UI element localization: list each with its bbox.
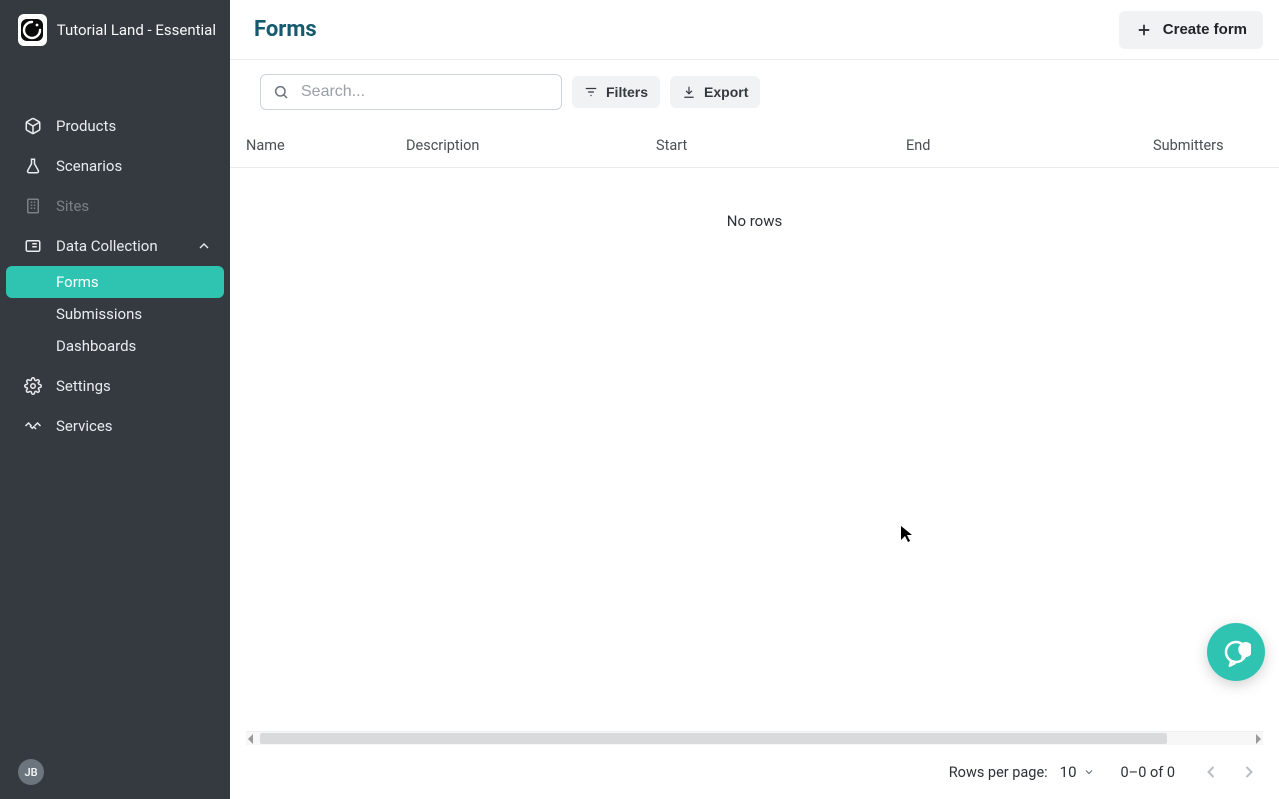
- sidebar-item-settings[interactable]: Settings: [0, 366, 230, 406]
- chevron-up-icon: [196, 238, 212, 254]
- sidebar-sub-item-label: Submissions: [56, 305, 142, 323]
- column-header-submitters[interactable]: Submitters: [1153, 137, 1263, 154]
- sidebar: Tutorial Land - Essential Products Scena…: [0, 0, 230, 799]
- box-icon: [24, 117, 42, 135]
- building-icon: [24, 197, 42, 215]
- chat-widget-button[interactable]: [1207, 623, 1265, 681]
- sidebar-sub-item-label: Forms: [56, 273, 99, 291]
- column-header-start[interactable]: Start: [656, 137, 906, 154]
- export-button[interactable]: Export: [670, 76, 760, 108]
- rows-per-page-value: 10: [1060, 763, 1077, 781]
- brand-title: Tutorial Land - Essential: [57, 21, 216, 39]
- sidebar-item-data-collection[interactable]: Data Collection: [0, 226, 230, 266]
- user-avatar[interactable]: JB: [18, 759, 44, 785]
- plus-icon: [1135, 21, 1153, 39]
- sidebar-item-scenarios[interactable]: Scenarios: [0, 146, 230, 186]
- create-form-button-label: Create form: [1163, 21, 1247, 38]
- pagination-next-button[interactable]: [1239, 762, 1259, 782]
- column-header-description[interactable]: Description: [406, 137, 656, 154]
- sidebar-sub-data-collection: Forms Submissions Dashboards: [6, 266, 224, 362]
- table-area: Name Description Start End Submitters No…: [230, 124, 1279, 799]
- create-form-button[interactable]: Create form: [1119, 11, 1263, 49]
- sidebar-item-services[interactable]: Services: [0, 406, 230, 446]
- sidebar-item-label: Products: [56, 117, 116, 135]
- filter-icon: [584, 85, 598, 99]
- flask-icon: [24, 157, 42, 175]
- rows-per-page: Rows per page: 10: [949, 763, 1095, 781]
- chat-icon: [1221, 637, 1251, 667]
- sidebar-item-label: Scenarios: [56, 157, 122, 175]
- sidebar-sub-item-dashboards[interactable]: Dashboards: [6, 330, 224, 362]
- sidebar-sub-item-forms[interactable]: Forms: [6, 266, 224, 298]
- mouse-cursor-icon: [900, 525, 914, 543]
- user-initials: JB: [24, 766, 37, 779]
- rows-per-page-label: Rows per page:: [949, 764, 1048, 781]
- list-icon: [24, 237, 42, 255]
- handshake-icon: [24, 417, 42, 435]
- app-root: Tutorial Land - Essential Products Scena…: [0, 0, 1279, 799]
- search-field-wrapper[interactable]: [260, 74, 562, 110]
- sidebar-item-label: Data Collection: [56, 237, 158, 255]
- sidebar-item-label: Settings: [56, 377, 111, 395]
- pagination-bar: Rows per page: 10 0–0 of 0: [230, 745, 1279, 799]
- sidebar-item-label: Services: [56, 417, 113, 435]
- table-header-row: Name Description Start End Submitters: [230, 124, 1279, 168]
- pagination-range: 0–0 of 0: [1121, 764, 1175, 781]
- toolbar: Filters Export: [230, 60, 1279, 124]
- topbar: Forms Create form: [230, 0, 1279, 60]
- filters-button-label: Filters: [606, 84, 648, 100]
- rows-per-page-select[interactable]: 10: [1060, 763, 1095, 781]
- brand-logo-icon: [18, 14, 47, 46]
- gear-icon: [24, 377, 42, 395]
- main-content: Forms Create form Filters: [230, 0, 1279, 799]
- filters-button[interactable]: Filters: [572, 76, 660, 108]
- sidebar-sub-item-submissions[interactable]: Submissions: [6, 298, 224, 330]
- brand-row[interactable]: Tutorial Land - Essential: [0, 0, 230, 60]
- table-empty-text: No rows: [230, 212, 1279, 230]
- search-input[interactable]: [299, 82, 549, 102]
- sidebar-sub-item-label: Dashboards: [56, 337, 136, 355]
- export-button-label: Export: [704, 84, 748, 100]
- page-title: Forms: [254, 17, 317, 42]
- search-icon: [273, 84, 289, 100]
- chevron-down-icon: [1083, 766, 1095, 778]
- table-body: No rows: [230, 168, 1279, 731]
- sidebar-nav: Products Scenarios Sites Data Collection: [0, 106, 230, 446]
- download-icon: [682, 85, 696, 99]
- column-header-name[interactable]: Name: [246, 137, 406, 154]
- scrollbar-thumb[interactable]: [260, 733, 1167, 744]
- sidebar-item-sites: Sites: [0, 186, 230, 226]
- pagination-prev-button[interactable]: [1201, 762, 1221, 782]
- sidebar-item-products[interactable]: Products: [0, 106, 230, 146]
- pagination-nav: [1201, 762, 1259, 782]
- horizontal-scrollbar[interactable]: [246, 731, 1263, 745]
- sidebar-item-label: Sites: [56, 197, 89, 215]
- column-header-end[interactable]: End: [906, 137, 1153, 154]
